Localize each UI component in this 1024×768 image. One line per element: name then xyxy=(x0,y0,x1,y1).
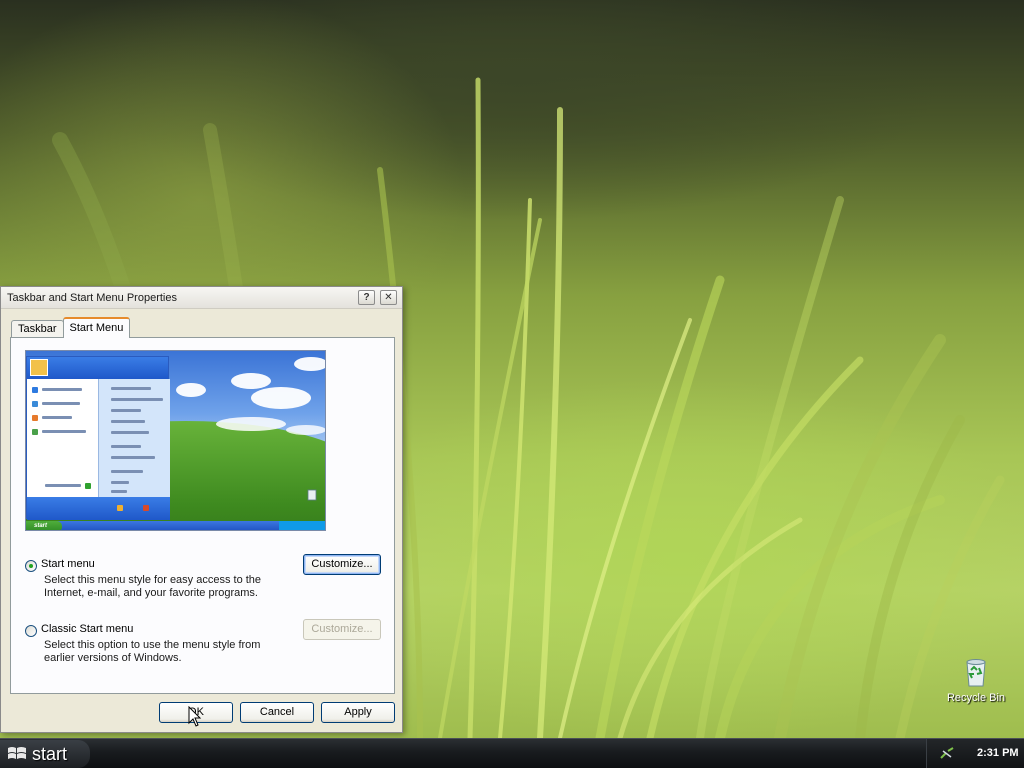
desktop-icon-label: Recycle Bin xyxy=(946,692,1006,704)
preview-user-avatar xyxy=(30,359,48,376)
classic-start-menu-radio[interactable] xyxy=(25,625,37,637)
mouse-pointer-icon xyxy=(188,706,202,727)
preview-cloud xyxy=(231,373,271,389)
close-button[interactable]: ✕ xyxy=(380,290,397,305)
start-button-label: start xyxy=(32,744,68,764)
preview-cloud xyxy=(176,383,206,397)
preview-line xyxy=(111,409,141,412)
customize-classic-menu-button[interactable]: Customize... xyxy=(303,619,381,640)
preview-tray xyxy=(279,521,325,530)
customize-start-menu-button[interactable]: Customize... xyxy=(303,554,381,575)
help-button[interactable]: ? xyxy=(358,290,375,305)
taskbar-properties-dialog: Taskbar and Start Menu Properties ? ✕ Ta… xyxy=(0,286,403,733)
start-menu-radio[interactable] xyxy=(25,560,37,572)
start-button[interactable]: start xyxy=(0,740,90,768)
preview-start-button: start xyxy=(26,521,62,530)
preview-start-menu xyxy=(26,356,170,520)
preview-logoff-bar xyxy=(27,497,170,520)
start-menu-radio-label[interactable]: Start menu xyxy=(41,558,95,570)
start-menu-description: Select this menu style for easy access t… xyxy=(44,574,262,599)
preview-recycle-bin-icon xyxy=(307,489,317,501)
preview-line xyxy=(111,398,163,401)
classic-start-menu-description: Select this option to use the menu style… xyxy=(44,639,261,664)
preview-mail-icon xyxy=(32,401,38,407)
preview-cloud xyxy=(294,357,325,371)
cancel-button[interactable]: Cancel xyxy=(240,702,314,723)
preview-line xyxy=(111,456,155,459)
desktop-icon-recycle-bin[interactable]: Recycle Bin xyxy=(940,656,1012,704)
preview-line xyxy=(111,431,149,434)
preview-app-icon xyxy=(32,429,38,435)
preview-line xyxy=(42,402,80,405)
preview-user-header xyxy=(27,357,168,379)
preview-all-programs-arrow xyxy=(85,483,91,489)
network-status-icon[interactable] xyxy=(939,746,955,762)
preview-shutdown-icon xyxy=(143,505,149,511)
preview-line xyxy=(111,490,127,493)
preview-places-list xyxy=(98,379,170,497)
preview-line xyxy=(111,481,129,484)
preview-ie-icon xyxy=(32,387,38,393)
clock[interactable]: 2:31 PM xyxy=(977,747,1019,759)
classic-start-menu-radio-label[interactable]: Classic Start menu xyxy=(41,623,133,635)
preview-line xyxy=(42,416,72,419)
title-bar[interactable]: Taskbar and Start Menu Properties ? ✕ xyxy=(1,287,402,309)
preview-cloud xyxy=(286,425,325,435)
preview-msn-icon xyxy=(32,415,38,421)
preview-cloud xyxy=(216,417,286,431)
apply-button[interactable]: Apply xyxy=(321,702,395,723)
preview-line xyxy=(45,484,81,487)
preview-line xyxy=(42,388,82,391)
start-menu-tab-panel: start Start menu Select this menu style … xyxy=(10,337,395,694)
tab-taskbar[interactable]: Taskbar xyxy=(11,320,64,338)
window-title: Taskbar and Start Menu Properties xyxy=(7,291,177,304)
preview-line xyxy=(111,387,151,390)
preview-pinned-list xyxy=(27,379,98,497)
preview-line xyxy=(42,430,86,433)
system-tray: 2:31 PM xyxy=(926,739,1024,768)
preview-line xyxy=(111,470,143,473)
preview-line xyxy=(111,420,145,423)
tab-start-menu[interactable]: Start Menu xyxy=(62,317,131,338)
preview-logoff-icon xyxy=(117,505,123,511)
recycle-bin-icon xyxy=(966,659,986,687)
preview-cloud xyxy=(251,387,311,409)
start-menu-preview: start xyxy=(25,350,326,531)
preview-line xyxy=(111,445,141,448)
windows-logo-icon xyxy=(8,747,26,759)
tab-strip: Taskbar Start Menu xyxy=(11,317,131,338)
taskbar: start 2:31 PM xyxy=(0,738,1024,768)
